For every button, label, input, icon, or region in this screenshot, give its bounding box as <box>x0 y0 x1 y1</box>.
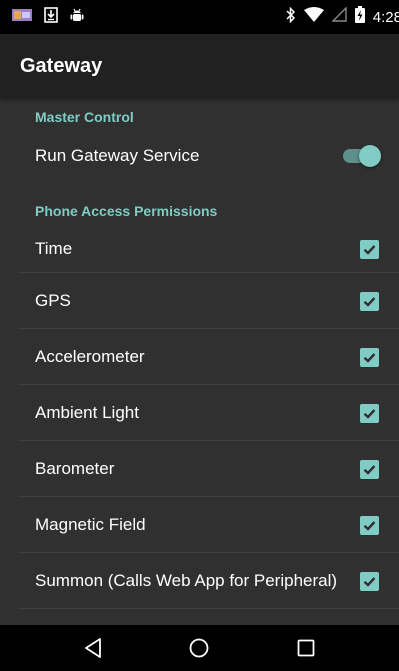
permission-label: Barometer <box>35 459 115 478</box>
bluetooth-icon <box>286 6 296 28</box>
permission-row-summon[interactable]: Summon (Calls Web App for Peripheral) <box>0 553 399 609</box>
permission-label: Magnetic Field <box>35 515 146 534</box>
run-gateway-service-row[interactable]: Run Gateway Service <box>0 131 399 181</box>
permission-label: Summon (Calls Web App for Peripheral) <box>35 571 338 590</box>
android-screen: 4:28 Gateway Master Control Run Gateway … <box>0 0 399 671</box>
status-system: 4:28 <box>278 6 399 28</box>
phone-access-permissions-header: Phone Access Permissions <box>35 203 218 219</box>
permission-checkbox[interactable] <box>360 347 379 367</box>
master-control-header: Master Control <box>35 109 134 125</box>
settings-list[interactable]: Master Control Run Gateway Service Phone… <box>0 98 399 625</box>
permission-checkbox[interactable] <box>360 239 379 259</box>
android-debug-icon <box>70 7 84 28</box>
app-title: Gateway <box>20 54 103 77</box>
home-icon <box>190 638 209 658</box>
app-bar: Gateway <box>0 34 399 98</box>
permission-row-barometer[interactable]: Barometer <box>0 441 399 497</box>
back-button[interactable] <box>73 628 113 668</box>
status-bar: 4:28 <box>0 0 399 34</box>
permission-row-ambient-light[interactable]: Ambient Light <box>0 385 399 441</box>
permission-label: GPS <box>35 291 71 310</box>
status-clock: 4:28 <box>372 8 399 26</box>
check-icon <box>363 408 376 419</box>
run-gateway-service-switch[interactable] <box>343 144 381 168</box>
permission-checkbox[interactable] <box>360 571 379 591</box>
permission-checkbox[interactable] <box>360 459 379 479</box>
permissions-list: Time GPS Accelerometer Ambient Light Bar… <box>0 225 399 609</box>
check-icon <box>363 464 376 475</box>
permission-checkbox[interactable] <box>360 403 379 423</box>
permission-row-magnetic-field[interactable]: Magnetic Field <box>0 497 399 553</box>
permission-row-accelerometer[interactable]: Accelerometer <box>0 329 399 385</box>
back-icon <box>85 638 102 658</box>
signal-icon <box>331 6 347 27</box>
check-icon <box>363 520 376 531</box>
permission-label: Time <box>35 239 73 258</box>
check-icon <box>363 576 376 587</box>
recents-icon <box>297 639 315 657</box>
check-icon <box>363 352 376 363</box>
navigation-bar <box>0 625 399 671</box>
recents-button[interactable] <box>286 628 326 668</box>
picture-notification-icon <box>12 8 32 26</box>
check-icon <box>363 296 376 307</box>
permission-label: Ambient Light <box>35 403 139 422</box>
run-gateway-service-label: Run Gateway Service <box>35 146 200 165</box>
permission-label: Accelerometer <box>35 347 145 366</box>
status-notifications <box>12 6 96 28</box>
permission-checkbox[interactable] <box>360 515 379 535</box>
battery-charging-icon <box>354 6 365 28</box>
check-icon <box>363 244 376 255</box>
download-icon <box>44 6 58 28</box>
permission-checkbox[interactable] <box>360 291 379 311</box>
permission-row-time[interactable]: Time <box>0 225 399 273</box>
wifi-icon <box>303 7 324 27</box>
switch-thumb <box>359 145 381 167</box>
home-button[interactable] <box>179 628 219 668</box>
permission-row-gps[interactable]: GPS <box>0 273 399 329</box>
